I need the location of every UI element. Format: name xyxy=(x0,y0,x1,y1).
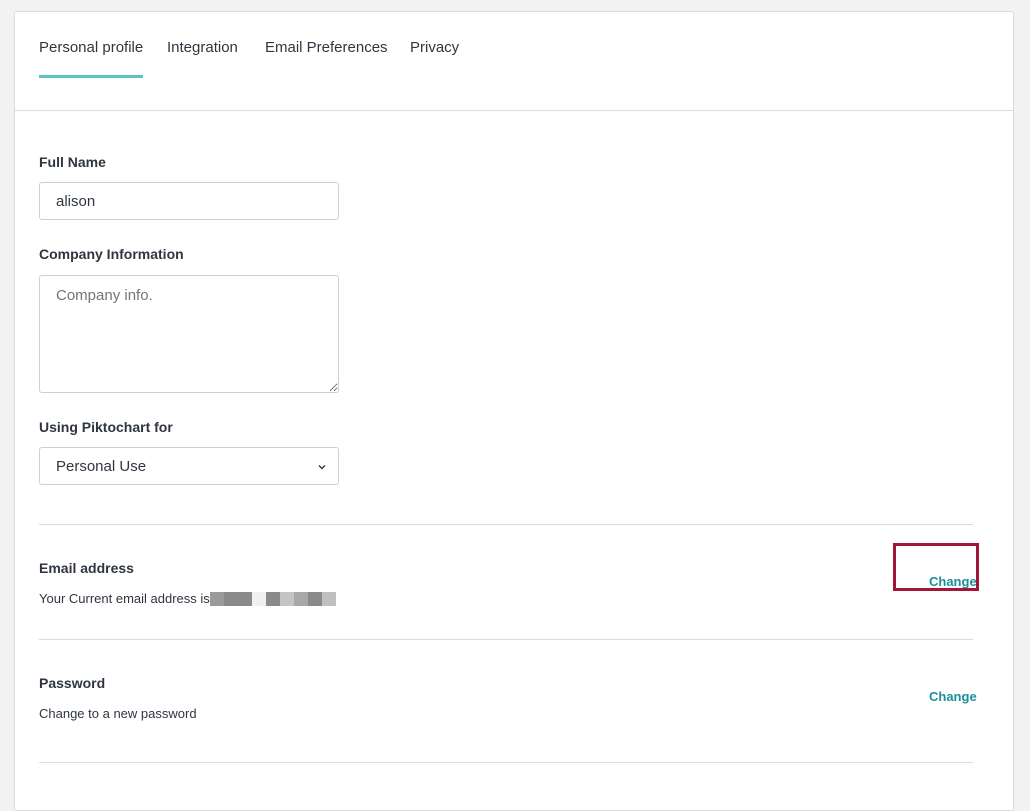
tab-privacy[interactable]: Privacy xyxy=(410,39,459,56)
email-section-title: Email address xyxy=(39,560,134,576)
password-section-title: Password xyxy=(39,675,106,691)
divider xyxy=(39,524,973,525)
change-password-button[interactable]: Change xyxy=(929,689,977,704)
usage-select[interactable]: Personal Use xyxy=(39,447,339,485)
email-section-description: Your Current email address is xyxy=(39,591,336,606)
usage-selected-value: Personal Use xyxy=(56,458,147,475)
tab-integration[interactable]: Integration xyxy=(167,39,238,56)
settings-card: Personal profile Integration Email Prefe… xyxy=(14,11,1014,811)
full-name-label: Full Name xyxy=(39,154,106,170)
redacted-email xyxy=(209,591,336,606)
company-info-textarea[interactable] xyxy=(39,275,339,393)
usage-label: Using Piktochart for xyxy=(39,419,173,435)
divider xyxy=(39,639,973,640)
highlight-box xyxy=(893,543,979,591)
tab-email-preferences[interactable]: Email Preferences xyxy=(265,39,388,56)
company-info-label: Company Information xyxy=(39,246,184,262)
password-section-description: Change to a new password xyxy=(39,706,197,721)
tab-personal-profile[interactable]: Personal profile xyxy=(39,39,144,78)
email-description-text: Your Current email address is xyxy=(39,591,210,606)
settings-tabs: Personal profile Integration Email Prefe… xyxy=(15,12,1013,111)
chevron-down-icon xyxy=(318,465,326,470)
full-name-input[interactable] xyxy=(39,182,339,220)
divider xyxy=(39,762,973,763)
